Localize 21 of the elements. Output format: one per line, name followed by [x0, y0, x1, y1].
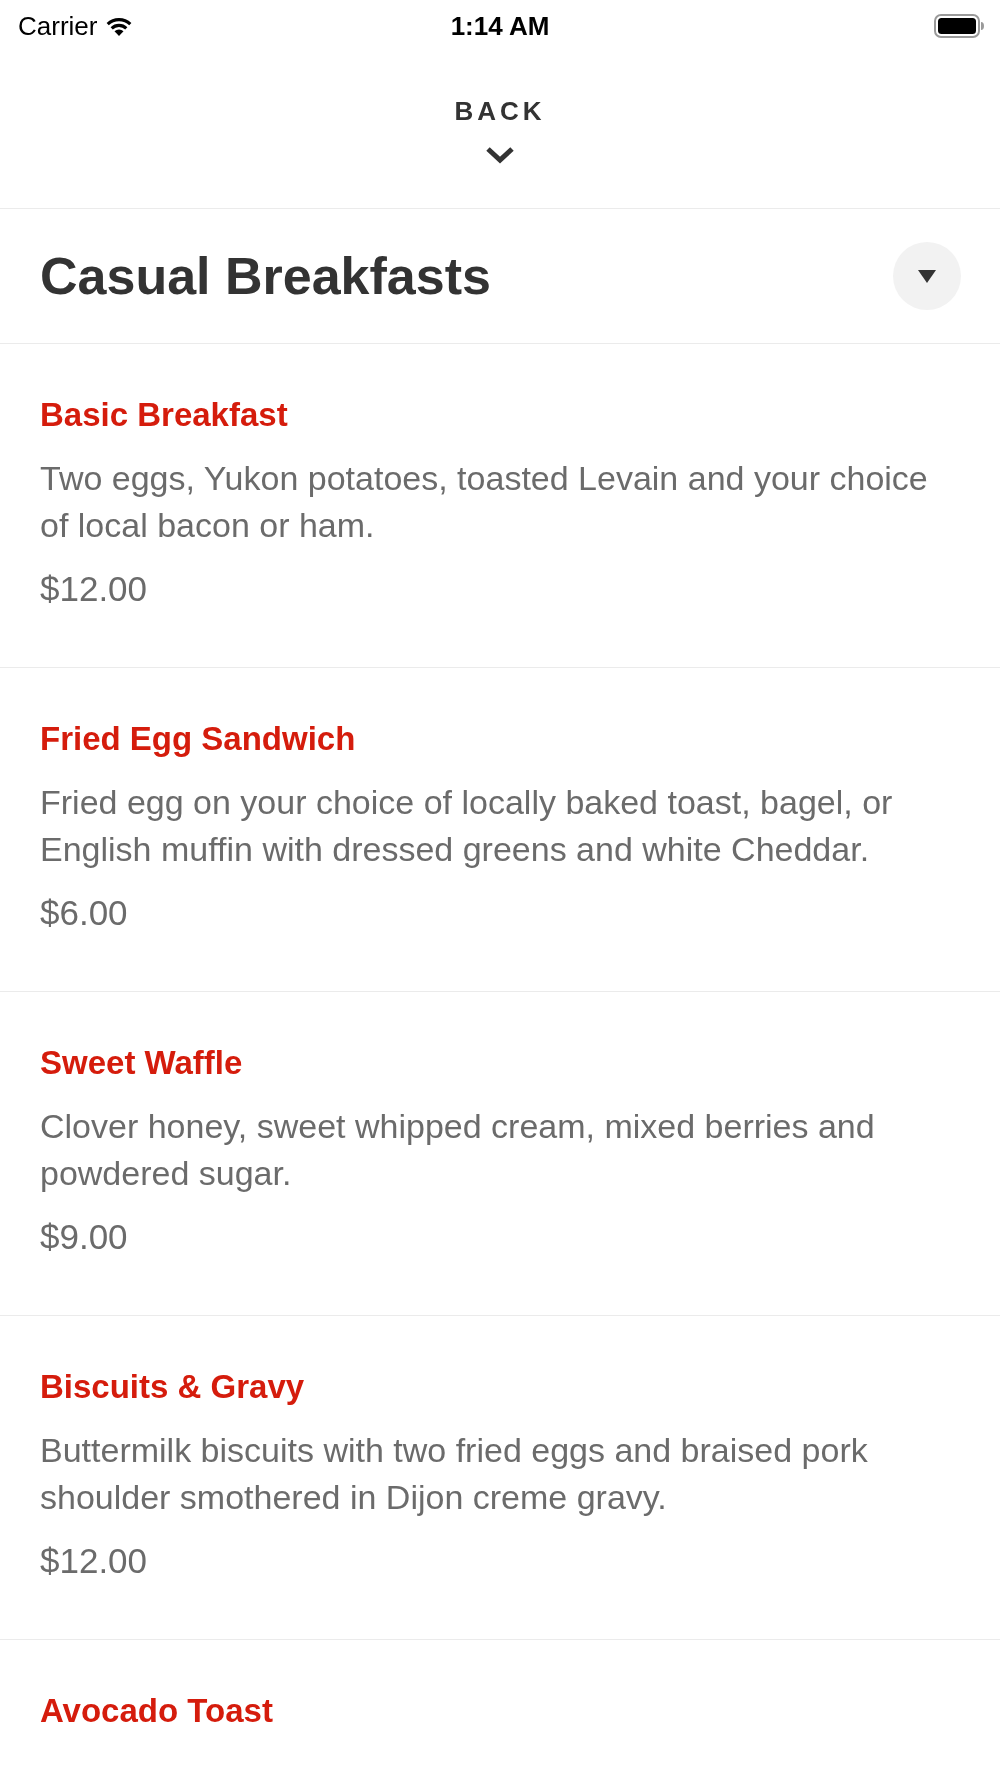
caret-down-icon	[918, 269, 936, 283]
battery-icon	[934, 14, 984, 38]
dish-description: Fried egg on your choice of locally baked toast, bagel, or English muffin with dressed greens and white Cheddar.	[40, 782, 894, 870]
dish-price: $12.00	[40, 1540, 149, 1582]
dish-price: $9.00	[40, 1216, 129, 1258]
dish-description: Clover honey, sweet whipped cream, mixed berries and powdered sugar.	[40, 1106, 876, 1194]
dish-description: Two eggs, Yukon potatoes, toasted Levain and your choice of local bacon or ham.	[40, 458, 929, 546]
dish-price: $12.00	[40, 568, 149, 610]
dish-description: Buttermilk biscuits with two fried eggs and braised pork shoulder smothered in Dijon creme gravy.	[40, 1430, 869, 1518]
dish-name: Biscuits & Gravy	[40, 1367, 306, 1407]
back-button[interactable]: BACK	[454, 96, 546, 164]
wifi-icon	[105, 16, 134, 36]
chevron-down-icon	[485, 146, 515, 164]
status-time: 1:14 AM	[450, 11, 550, 41]
dish-name: Sweet Waffle	[40, 1043, 244, 1083]
category-title: Casual Breakfasts	[40, 246, 491, 306]
dish-name: Avocado Toast	[40, 1691, 274, 1731]
dish-name: Basic Breakfast	[40, 395, 289, 435]
carrier-label: Carrier	[18, 11, 98, 41]
dish-name: Fried Egg Sandwich	[40, 719, 357, 759]
dish-price: $6.00	[40, 892, 129, 934]
